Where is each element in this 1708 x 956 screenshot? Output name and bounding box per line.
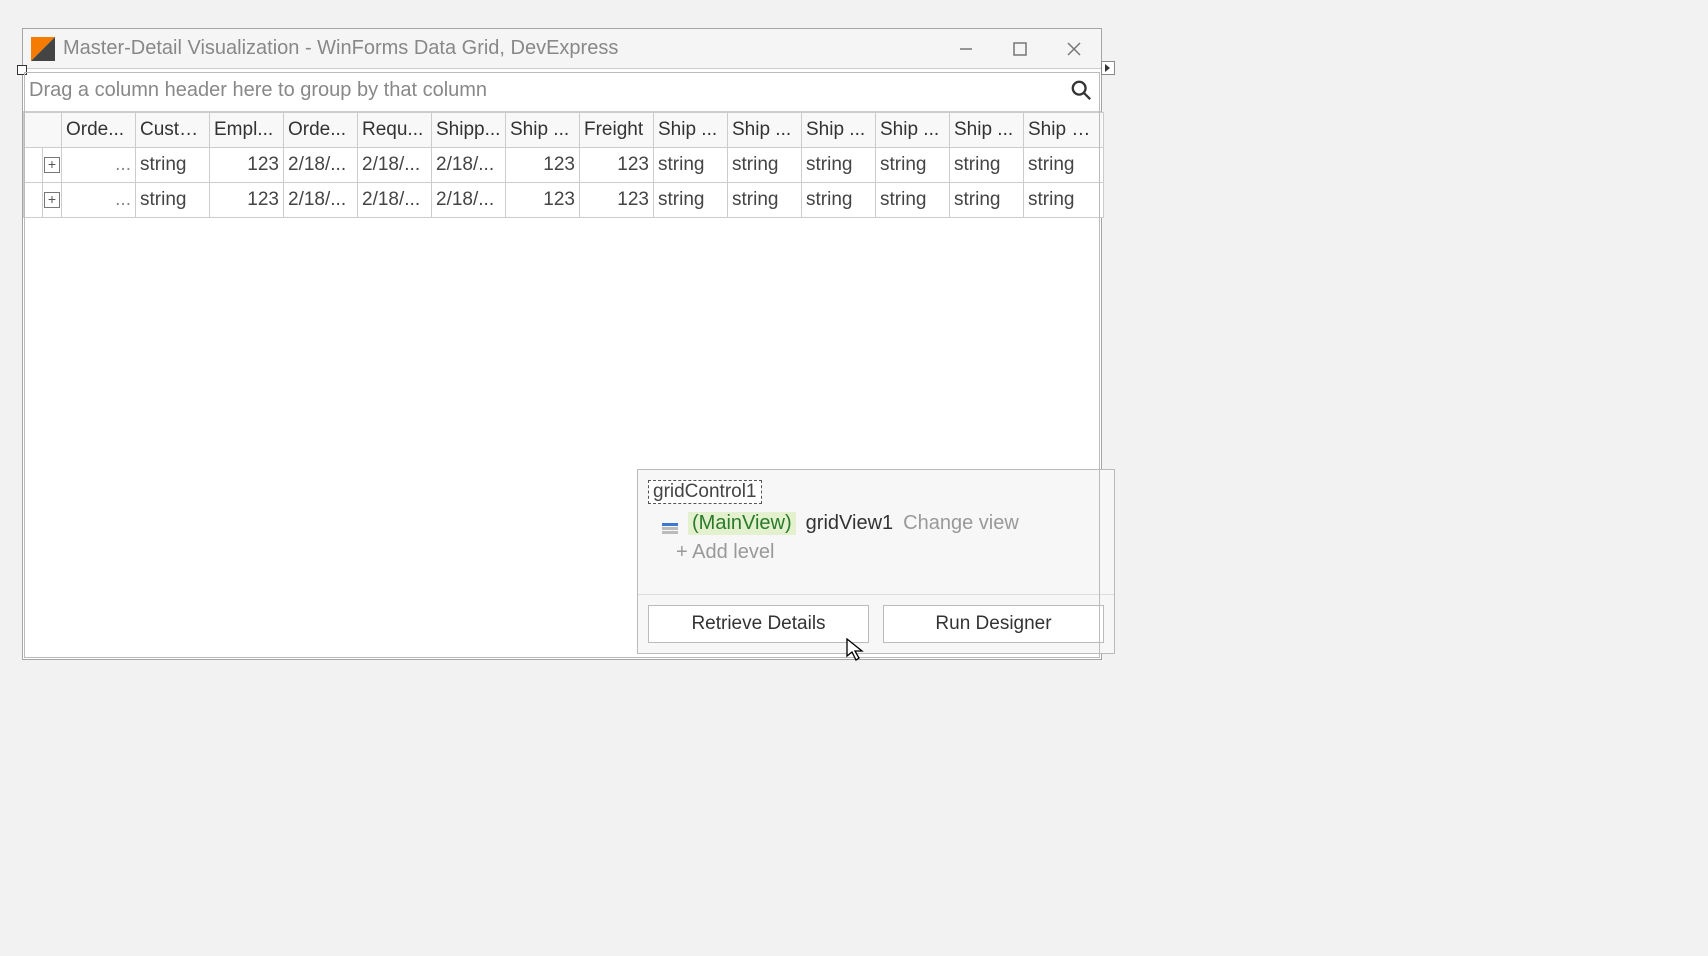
column-header-row[interactable]: Orde... Custo... Empl... Orde... Requ...… (24, 113, 1104, 148)
column-header[interactable]: Ship ... (728, 113, 802, 148)
cell[interactable]: string (802, 183, 876, 218)
grid-control-node[interactable]: gridControl1 (648, 480, 762, 504)
data-grid[interactable]: Orde... Custo... Empl... Orde... Requ...… (23, 112, 1104, 218)
cell[interactable]: 123 (210, 183, 284, 218)
cell[interactable]: string (876, 183, 950, 218)
close-button[interactable] (1047, 29, 1101, 68)
expand-icon[interactable]: + (44, 157, 60, 173)
app-icon (31, 37, 55, 61)
search-icon[interactable] (1061, 79, 1101, 101)
retrieve-details-button[interactable]: Retrieve Details (648, 605, 869, 643)
column-header[interactable]: Requ... (358, 113, 432, 148)
column-header[interactable]: Ship ... (506, 113, 580, 148)
maximize-button[interactable] (993, 29, 1047, 68)
table-row[interactable]: +...string1232/18/...2/18/...2/18/...123… (24, 183, 1104, 218)
cell[interactable]: string (728, 148, 802, 183)
row-indicator: + (24, 183, 62, 218)
column-header[interactable]: Custo... (136, 113, 210, 148)
expand-icon[interactable]: + (44, 192, 60, 208)
cell[interactable]: string (802, 148, 876, 183)
indicator-header (24, 113, 62, 148)
cell[interactable]: 2/18/... (432, 148, 506, 183)
cell[interactable]: string (876, 148, 950, 183)
cell[interactable]: string (1024, 148, 1104, 183)
cell[interactable]: 2/18/... (432, 183, 506, 218)
add-level-link[interactable]: + Add level (648, 541, 1104, 564)
cell[interactable]: ... (62, 183, 136, 218)
titlebar: Master-Detail Visualization - WinForms D… (23, 29, 1101, 69)
resize-handle-left[interactable] (17, 65, 27, 75)
grid-view-icon (662, 518, 678, 530)
view-name[interactable]: gridView1 (806, 512, 893, 535)
change-view-link[interactable]: Change view (903, 512, 1019, 535)
column-header[interactable]: Ship ... (654, 113, 728, 148)
cell[interactable]: 2/18/... (358, 183, 432, 218)
cell[interactable]: 123 (210, 148, 284, 183)
main-view-label: (MainView) (688, 512, 796, 535)
column-header[interactable]: Orde... (284, 113, 358, 148)
minimize-button[interactable] (939, 29, 993, 68)
cell[interactable]: string (950, 183, 1024, 218)
cell[interactable]: string (654, 148, 728, 183)
run-designer-button[interactable]: Run Designer (883, 605, 1104, 643)
column-header[interactable]: Orde... (62, 113, 136, 148)
cell[interactable]: 2/18/... (284, 148, 358, 183)
cell[interactable]: string (728, 183, 802, 218)
table-row[interactable]: +...string1232/18/...2/18/...2/18/...123… (24, 148, 1104, 183)
column-header[interactable]: Freight (580, 113, 654, 148)
cell[interactable]: 2/18/... (284, 183, 358, 218)
smart-tag-glyph[interactable] (1101, 61, 1115, 75)
cell[interactable]: string (950, 148, 1024, 183)
cell[interactable]: 123 (506, 148, 580, 183)
cell[interactable]: 2/18/... (358, 148, 432, 183)
row-indicator: + (24, 148, 62, 183)
column-header[interactable]: Ship ... (802, 113, 876, 148)
cell[interactable]: 123 (506, 183, 580, 218)
app-window: Master-Detail Visualization - WinForms D… (22, 28, 1102, 660)
main-view-row[interactable]: (MainView) gridView1 Change view (648, 512, 1104, 535)
column-header[interactable]: Ship ... (950, 113, 1024, 148)
level-designer-panel: gridControl1 (MainView) gridView1 Change… (637, 469, 1115, 654)
cell[interactable]: string (136, 183, 210, 218)
window-controls (939, 29, 1101, 68)
group-panel-hint: Drag a column header here to group by th… (29, 79, 487, 102)
column-header[interactable]: Ship ... (876, 113, 950, 148)
column-header[interactable]: Ship C... (1024, 113, 1104, 148)
group-panel[interactable]: Drag a column header here to group by th… (23, 69, 1101, 112)
cell[interactable]: 123 (580, 148, 654, 183)
cell[interactable]: string (654, 183, 728, 218)
column-header[interactable]: Shipp... (432, 113, 506, 148)
cell[interactable]: 123 (580, 183, 654, 218)
cell[interactable]: string (136, 148, 210, 183)
cell[interactable]: ... (62, 148, 136, 183)
window-title: Master-Detail Visualization - WinForms D… (63, 37, 939, 60)
column-header[interactable]: Empl... (210, 113, 284, 148)
cell[interactable]: string (1024, 183, 1104, 218)
